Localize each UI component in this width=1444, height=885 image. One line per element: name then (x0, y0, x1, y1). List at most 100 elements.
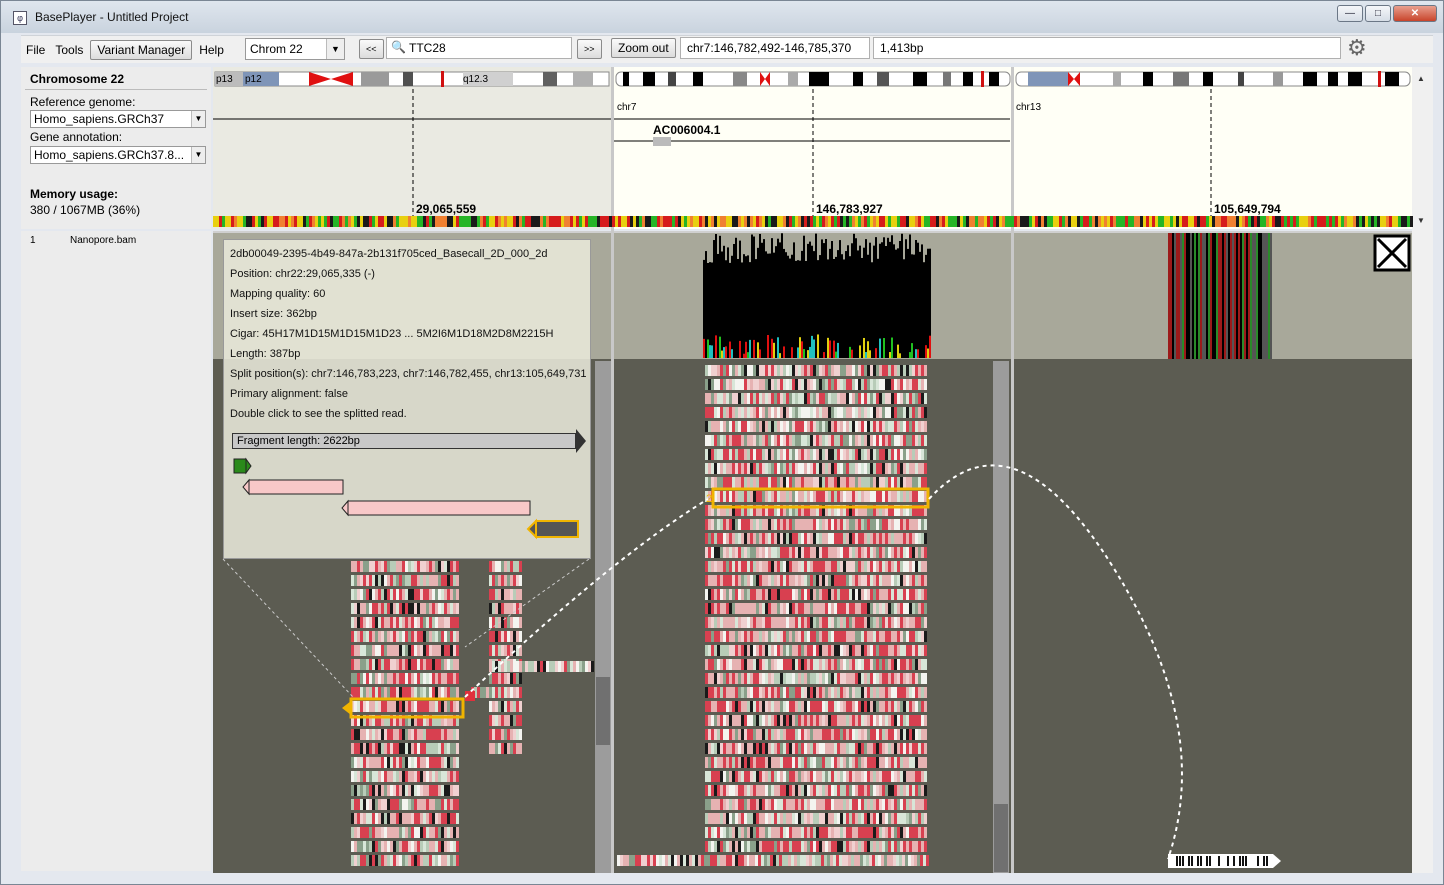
read-base (852, 743, 855, 754)
read-base (780, 575, 783, 586)
reference-base (831, 216, 834, 227)
read-base (798, 645, 801, 656)
panel-divider[interactable] (1011, 231, 1014, 873)
read-base (423, 771, 426, 782)
menu-file[interactable]: File (21, 43, 50, 57)
read-base (921, 603, 924, 614)
read-base (405, 603, 408, 614)
panel-divider[interactable] (611, 231, 614, 873)
read-base (882, 715, 885, 726)
read-base (726, 743, 729, 754)
read-base (870, 407, 873, 418)
coverage-bar (895, 249, 897, 358)
read-base (873, 715, 876, 726)
read-base (840, 687, 843, 698)
read-base (375, 841, 378, 852)
chevron-up-icon[interactable]: ▲ (1417, 74, 1425, 83)
region-width-field[interactable]: 1,413bp (873, 37, 1341, 59)
close-button[interactable]: ✕ (1393, 5, 1437, 22)
panel-scrollbar[interactable] (595, 361, 611, 873)
read-base (780, 477, 783, 488)
read-base (771, 673, 774, 684)
read-base (417, 631, 420, 642)
chrom-select[interactable]: Chrom 22 ▼ (245, 38, 345, 60)
read-base (846, 799, 849, 810)
read-base (792, 435, 795, 446)
menu-help[interactable]: Help (194, 43, 229, 57)
read-base (705, 715, 708, 726)
read-base (729, 533, 732, 544)
read-base (729, 631, 732, 642)
read-base (918, 743, 921, 754)
read-base (720, 435, 723, 446)
variant-manager-button[interactable]: Variant Manager (90, 39, 193, 60)
read-position: Position: chr22:29,065,335 (-) (230, 268, 375, 280)
read-base (924, 701, 927, 712)
read-base (369, 841, 372, 852)
read-base (732, 771, 735, 782)
sample-name[interactable]: Nanopore.bam (70, 235, 136, 246)
vertical-scrollbar[interactable] (1412, 231, 1433, 873)
read-base (768, 519, 771, 530)
panel-scrollbar-thumb[interactable] (596, 677, 610, 745)
reference-base (921, 216, 924, 227)
read-base (912, 771, 915, 782)
gene-exon[interactable] (653, 137, 671, 146)
gene-annotation-select[interactable]: Homo_sapiens.GRCh37.8... ▼ (30, 146, 206, 164)
read-base (876, 771, 879, 782)
reference-base (1185, 216, 1188, 227)
ideogram-chr22[interactable]: p13 p12 q12.3 (214, 71, 610, 87)
read-base (768, 631, 771, 642)
read-base (864, 379, 867, 390)
coverage-bar (869, 242, 871, 358)
read-base (867, 799, 870, 810)
minimize-button[interactable]: — (1337, 5, 1363, 22)
read-base (423, 645, 426, 656)
read-base (900, 757, 903, 768)
maximize-button[interactable]: □ (1365, 5, 1391, 22)
reference-base (441, 216, 444, 227)
read-base (861, 659, 864, 670)
read-base (885, 561, 888, 572)
panel-scrollbar-thumb[interactable] (994, 804, 1008, 872)
zoom-out-button[interactable]: Zoom out (611, 38, 676, 58)
read-base (711, 701, 714, 712)
reference-base (1296, 216, 1299, 227)
search-input[interactable]: 🔍 TTC28 (386, 37, 572, 59)
read-base (453, 645, 456, 656)
read-base (834, 365, 837, 376)
read-base (804, 407, 807, 418)
back-button[interactable]: << (359, 39, 384, 59)
read-base (852, 617, 855, 628)
reference-genome-select[interactable]: Homo_sapiens.GRCh37 ▼ (30, 110, 206, 128)
gene-name[interactable]: AC006004.1 (653, 123, 721, 137)
reference-base (807, 216, 810, 227)
gear-icon[interactable]: ⚙ (1347, 35, 1367, 61)
coverage-bar (809, 241, 811, 358)
read-base (372, 771, 375, 782)
read-base (801, 631, 804, 642)
read-base (369, 729, 372, 740)
position-field[interactable]: chr7:146,782,492-146,785,370 (680, 37, 870, 59)
read-base (444, 827, 447, 838)
ideogram-chr7[interactable] (615, 71, 1011, 87)
read-base (792, 729, 795, 740)
panel-scrollbar[interactable] (993, 361, 1009, 873)
forward-button[interactable]: >> (577, 39, 602, 59)
coverage-bar (769, 253, 771, 358)
read-base (810, 491, 813, 502)
read-base (789, 757, 792, 768)
read-base (813, 547, 816, 558)
ideogram-chr13[interactable] (1015, 71, 1411, 87)
read-base (912, 743, 915, 754)
close-icon[interactable] (1373, 234, 1411, 272)
read-info-popup[interactable]: 2db00049-2395-4b49-847a-2b131f705ced_Bas… (223, 239, 591, 559)
read-base (780, 687, 783, 698)
read-base (819, 687, 822, 698)
read-base (801, 533, 804, 544)
read-base (786, 435, 789, 446)
split-read-chr13[interactable] (1168, 854, 1281, 868)
read-base (861, 435, 864, 446)
menu-tools[interactable]: Tools (50, 43, 88, 57)
chevron-down-icon[interactable]: ▼ (1417, 216, 1425, 225)
